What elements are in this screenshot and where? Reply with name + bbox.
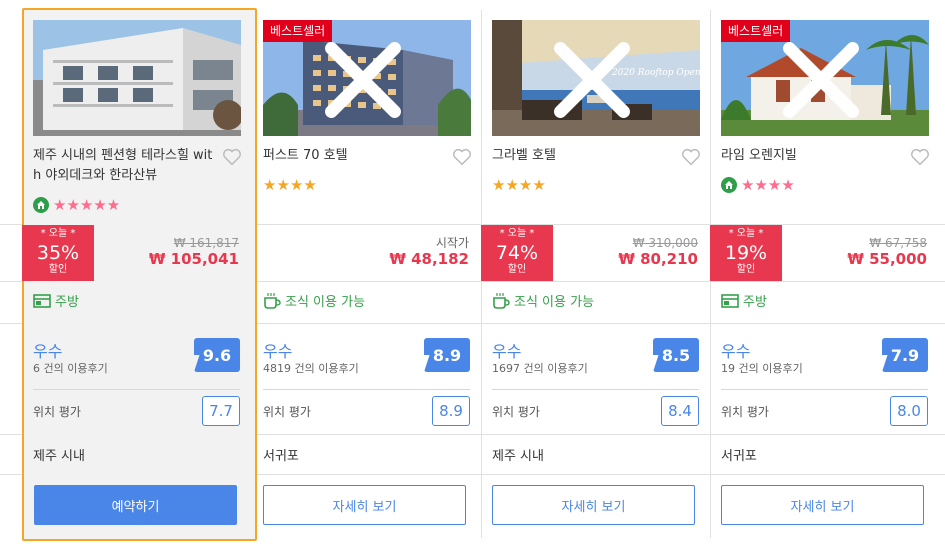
feature-label: 조식 이용 가능 [514,295,595,310]
divider [33,389,240,390]
stars-text: ★★★★ [263,176,317,194]
star-rating: ★★★★★ [33,197,122,213]
deal-today-label: * 오늘 * [40,228,76,239]
heart-icon[interactable] [680,146,702,168]
discount-badge: * 오늘 * 74% 할인 [481,225,553,281]
stars-text: ★★★★ [492,176,546,194]
location-rating-label: 위치 평가 [33,405,81,419]
book-button[interactable]: 예약하기 [34,485,237,525]
breakfast-icon [264,292,281,309]
area-name: 서귀포 [263,449,299,464]
sale-price: ₩ 55,000 [847,250,927,268]
view-details-button[interactable]: 자세히 보기 [492,485,695,525]
discount-label: 할인 [48,264,68,275]
review-count[interactable]: 4819 건의 이용후기 [263,360,359,376]
discount-label: 할인 [507,264,527,275]
hotel-photo[interactable]: 2020 Rooftop Open [492,20,700,136]
discount-badge: * 오늘 * 35% 할인 [22,225,94,281]
discount-label: 할인 [736,264,756,275]
hotel-name[interactable]: 제주 시내의 펜션형 테라스힐 with 야외데크와 한라산뷰 [33,146,219,186]
area-name: 서귀포 [721,449,757,464]
feature-kitchen: 주방 [721,291,767,310]
hotel-card[interactable]: 2020 Rooftop Open 그라벨 호텔 ★★★★ * 오늘 * 74%… [481,0,710,547]
location-rating-label: 위치 평가 [721,405,769,419]
view-details-button[interactable]: 자세히 보기 [721,485,924,525]
feature-breakfast: 조식 이용 가능 [263,291,365,310]
area-name: 제주 시내 [33,449,85,464]
hotel-name[interactable]: 퍼스트 70 호텔 [263,146,449,166]
hotel-name[interactable]: 그라벨 호텔 [492,146,678,166]
heart-icon[interactable] [451,146,473,168]
feature-kitchen: 주방 [33,291,79,310]
close-icon[interactable] [263,22,467,136]
kitchen-icon [33,293,51,308]
location-score: 8.4 [661,396,699,426]
breakfast-icon [493,292,510,309]
discount-badge: * 오늘 * 19% 할인 [710,225,782,281]
house-icon [33,197,49,213]
house-icon [721,177,737,193]
divider [492,389,699,390]
original-price: ₩ 161,817 [173,236,239,250]
kitchen-icon [721,293,739,308]
sale-price: ₩ 105,041 [148,250,239,268]
close-icon[interactable] [492,22,696,136]
hotel-photo[interactable]: 베스트셀러 [721,20,929,136]
review-score: 8.5 [653,338,699,372]
divider [263,389,470,390]
discount-percent: 19% [724,242,768,264]
rating-word: 우수 [33,342,63,361]
hotel-photo[interactable]: 베스트셀러 [263,20,471,136]
location-score: 8.9 [432,396,470,426]
location-score: 7.7 [202,396,240,426]
deal-today-label: * 오늘 * [728,228,764,239]
sale-price: ₩ 48,182 [389,250,469,268]
area-name: 제주 시내 [492,449,544,464]
location-rating-label: 위치 평가 [492,405,540,419]
star-rating: ★★★★ [263,177,319,193]
hotel-card[interactable]: 베스트셀러 라임 오렌지빌 ★★★★ * 오늘 * 19% 할인 ₩ 67,75… [710,0,939,547]
feature-label: 주방 [55,295,79,310]
stars-text: ★★★★★ [53,196,121,214]
review-score: 8.9 [424,338,470,372]
rating-word: 우수 [492,342,522,361]
star-rating: ★★★★ [492,177,548,193]
price-from-label: 시작가 [435,236,469,250]
heart-icon[interactable] [909,146,931,168]
original-price: ₩ 67,758 [869,236,927,250]
hotel-photo[interactable] [33,20,241,136]
review-count[interactable]: 6 건의 이용후기 [33,360,108,376]
sale-price: ₩ 80,210 [618,250,698,268]
original-price: ₩ 310,000 [632,236,698,250]
deal-today-label: * 오늘 * [499,228,535,239]
close-icon[interactable] [721,22,925,136]
rating-word: 우수 [263,342,293,361]
discount-percent: 35% [36,242,80,264]
stars-text: ★★★★ [741,176,795,194]
location-score: 8.0 [890,396,928,426]
feature-breakfast: 조식 이용 가능 [492,291,594,310]
feature-label: 주방 [743,295,767,310]
review-count[interactable]: 1697 건의 이용후기 [492,360,588,376]
hotel-card[interactable]: 제주 시내의 펜션형 테라스힐 with 야외데크와 한라산뷰 ★★★★★ * … [22,0,257,547]
heart-icon[interactable] [221,146,243,168]
hotel-name[interactable]: 라임 오렌지빌 [721,146,907,166]
review-count[interactable]: 19 건의 이용후기 [721,360,803,376]
discount-percent: 74% [495,242,539,264]
divider [721,389,928,390]
hotel-card[interactable]: 베스트셀러 퍼스트 70 호텔 ★★★★ 시작가 ₩ 48,182 조식 이용 … [252,0,481,547]
feature-label: 조식 이용 가능 [285,295,366,310]
location-rating-label: 위치 평가 [263,405,311,419]
review-score: 7.9 [882,338,928,372]
view-details-button[interactable]: 자세히 보기 [263,485,466,525]
review-score: 9.6 [194,338,240,372]
star-rating: ★★★★ [721,177,797,193]
rating-word: 우수 [721,342,751,361]
